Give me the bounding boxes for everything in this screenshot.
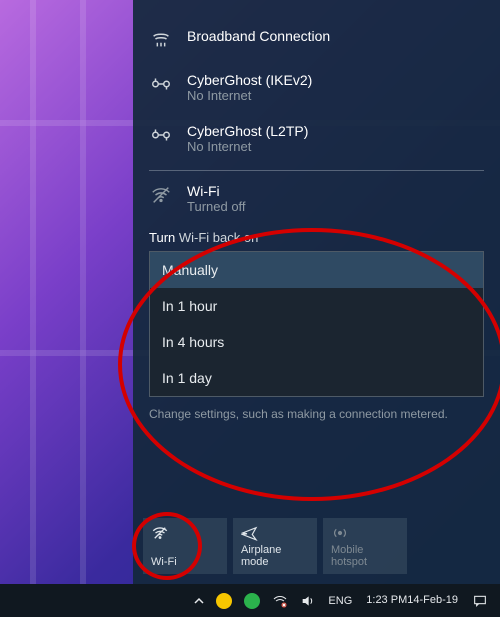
- network-item-broadband[interactable]: Broadband Connection: [133, 18, 500, 62]
- dropdown-option-manually[interactable]: Manually: [150, 252, 483, 288]
- tile-label: Mobile hotspot: [331, 544, 399, 568]
- taskbar: ENG 1:23 PM 14-Feb-19: [0, 584, 500, 617]
- network-name: CyberGhost (IKEv2): [187, 72, 312, 88]
- tile-label: Airplane mode: [241, 544, 309, 568]
- tray-overflow-chevron[interactable]: [188, 584, 210, 617]
- tray-volume-icon[interactable]: [294, 584, 322, 617]
- desktop: Broadband Connection CyberGhost (IKEv2) …: [0, 0, 500, 617]
- network-item-vpn-ikev2[interactable]: CyberGhost (IKEv2) No Internet: [133, 62, 500, 113]
- wifi-backon-dropdown[interactable]: Manually In 1 hour In 4 hours In 1 day: [149, 251, 484, 397]
- wifi-off-icon: [149, 183, 173, 207]
- tile-wifi[interactable]: Wi-Fi: [143, 518, 227, 574]
- network-item-vpn-l2tp[interactable]: CyberGhost (L2TP) No Internet: [133, 113, 500, 164]
- show-desktop-button[interactable]: [494, 584, 500, 617]
- vpn-icon: [149, 123, 173, 147]
- network-status: No Internet: [187, 88, 312, 103]
- tray-clock[interactable]: 1:23 PM 14-Feb-19: [358, 584, 466, 617]
- quick-action-tiles: Wi-Fi Airplane mode Mobile hotspot: [143, 518, 407, 574]
- network-flyout: Broadband Connection CyberGhost (IKEv2) …: [133, 0, 500, 584]
- prompt-prefix: Turn: [149, 230, 175, 245]
- tile-airplane[interactable]: Airplane mode: [233, 518, 317, 574]
- wifi-label: Wi-Fi: [187, 183, 246, 199]
- wifi-icon: [151, 524, 219, 542]
- vpn-icon: [149, 72, 173, 96]
- wifi-status: Turned off: [187, 199, 246, 214]
- network-name: Broadband Connection: [187, 28, 330, 44]
- tile-hotspot[interactable]: Mobile hotspot: [323, 518, 407, 574]
- broadband-icon: [149, 28, 173, 52]
- clock-time: 1:23 PM: [366, 594, 407, 606]
- dropdown-option-1hour[interactable]: In 1 hour: [150, 288, 483, 324]
- clock-date: 14-Feb-19: [407, 594, 458, 606]
- network-name: CyberGhost (L2TP): [187, 123, 308, 139]
- network-status: No Internet: [187, 139, 308, 154]
- airplane-icon: [241, 524, 309, 542]
- dropdown-option-4hours[interactable]: In 4 hours: [150, 324, 483, 360]
- prompt-rest: Wi-Fi back on: [179, 230, 258, 245]
- hotspot-icon: [331, 524, 399, 542]
- tray-app-icon[interactable]: [210, 584, 238, 617]
- dropdown-option-1day[interactable]: In 1 day: [150, 360, 483, 396]
- tray-security-icon[interactable]: [238, 584, 266, 617]
- divider: [149, 170, 484, 171]
- network-settings-subtext: Change settings, such as making a connec…: [133, 403, 500, 429]
- tray-network-icon[interactable]: [266, 584, 294, 617]
- tray-language[interactable]: ENG: [322, 584, 358, 617]
- wifi-status-item[interactable]: Wi-Fi Turned off: [133, 173, 500, 224]
- tile-label: Wi-Fi: [151, 556, 219, 568]
- tray-action-center-icon[interactable]: [466, 584, 494, 617]
- wifi-backon-prompt: Turn Wi-Fi back on: [133, 224, 500, 249]
